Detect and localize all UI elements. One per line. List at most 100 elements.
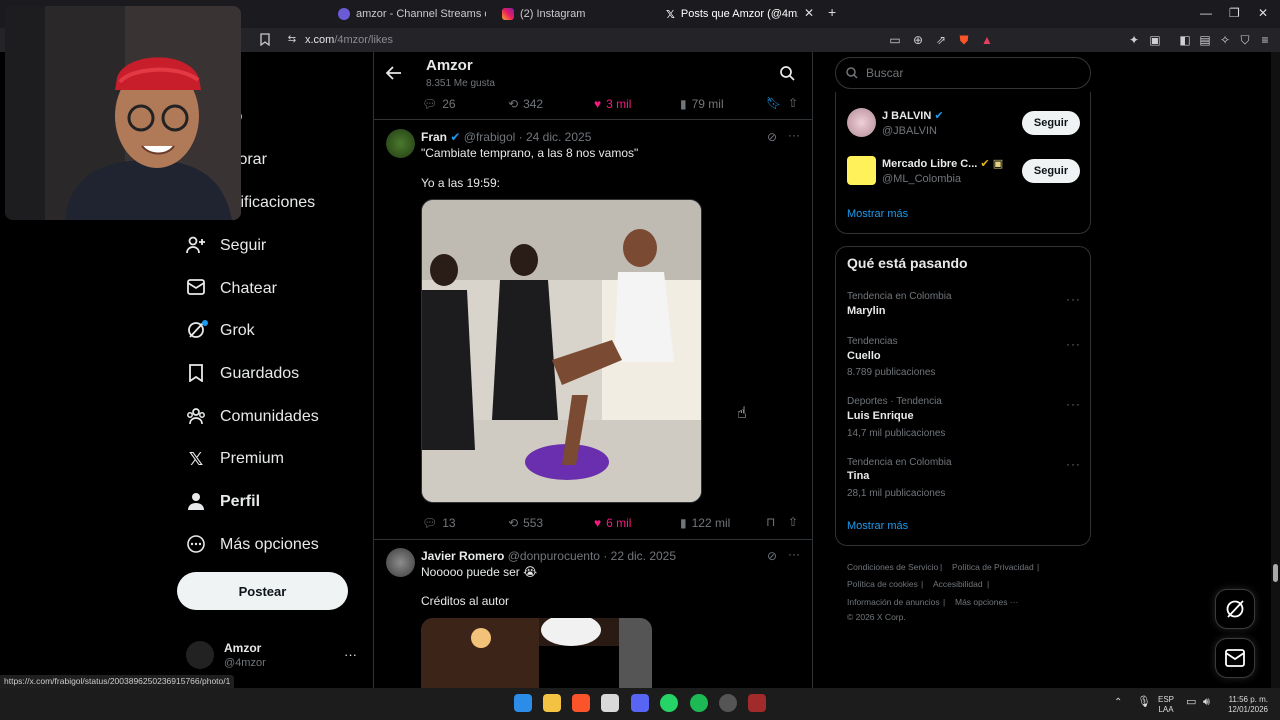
suggestion-name[interactable]: J BALVIN ✔: [882, 109, 944, 122]
post-date[interactable]: · 22 dic. 2025: [603, 549, 676, 563]
grok-explain-icon[interactable]: ⊘: [767, 549, 777, 563]
share-icon[interactable]: ⇗: [934, 33, 948, 47]
nav-item-notifications[interactable]: tificaciones: [236, 194, 315, 212]
brave-browser-icon[interactable]: [572, 694, 590, 712]
store-icon[interactable]: [601, 694, 619, 712]
search-input[interactable]: Buscar: [835, 57, 1091, 89]
back-arrow-icon[interactable]: [385, 66, 402, 84]
repost-button[interactable]: ⟲ 342: [508, 97, 543, 111]
post-image[interactable]: [421, 199, 702, 503]
file-explorer-icon[interactable]: [543, 694, 561, 712]
post-avatar[interactable]: [386, 548, 415, 577]
post-author-handle[interactable]: @frabigol: [464, 130, 516, 144]
footer-ads-link[interactable]: Información de anuncios: [847, 597, 940, 607]
browser-tab-kick[interactable]: amzor - Channel Streams on Kick: Vi: [338, 4, 486, 24]
share-button[interactable]: ⇧: [788, 96, 798, 110]
restore-icon[interactable]: ❐: [1229, 6, 1240, 20]
post-avatar[interactable]: [386, 129, 415, 158]
share-button[interactable]: ⇧: [788, 515, 798, 529]
post-image[interactable]: [421, 618, 652, 688]
scrollbar-thumb[interactable]: [1273, 564, 1278, 582]
suggestion-avatar[interactable]: [847, 108, 876, 137]
volume-icon[interactable]: 🔊︎: [1203, 697, 1210, 708]
trend-more-icon[interactable]: ···: [1066, 457, 1081, 471]
bookmark-button[interactable]: ⊓: [766, 515, 775, 529]
follow-button[interactable]: Seguir: [1022, 159, 1080, 183]
minimize-icon[interactable]: —: [1200, 6, 1212, 20]
footer-terms-link[interactable]: Condiciones de Servicio: [847, 562, 938, 572]
footer-cookies-link[interactable]: Política de cookies: [847, 579, 918, 589]
zoom-icon[interactable]: ⊕: [911, 33, 925, 47]
footer-privacy-link[interactable]: Política de Privacidad: [952, 562, 1034, 572]
app-icon[interactable]: [748, 694, 766, 712]
messages-fab-button[interactable]: [1215, 638, 1255, 678]
reply-button[interactable]: 💬︎ 13: [422, 516, 456, 530]
nav-item-bookmarks[interactable]: Guardados: [186, 364, 299, 384]
url-field[interactable]: x.com/4mzor/likes: [305, 34, 393, 46]
network-icon[interactable]: ▭: [1186, 697, 1196, 708]
nav-item-communities[interactable]: Comunidades: [186, 407, 319, 427]
spotify-icon[interactable]: [690, 694, 708, 712]
nav-item-grok[interactable]: Grok: [186, 320, 255, 341]
repost-button[interactable]: ⟲ 553: [508, 516, 543, 530]
clock[interactable]: 11:56 p. m. 12/01/2026: [1224, 695, 1268, 715]
wallet-icon[interactable]: ▤: [1198, 33, 1212, 47]
trend-more-icon[interactable]: ···: [1066, 292, 1081, 306]
avatar[interactable]: [186, 641, 214, 669]
trend-name[interactable]: Tina: [847, 470, 869, 482]
nav-item-more[interactable]: Más opciones: [186, 535, 319, 555]
post-button[interactable]: Postear: [177, 572, 348, 610]
show-more-link[interactable]: Mostrar más: [847, 208, 908, 220]
like-button[interactable]: ♥ 3 mil: [594, 97, 631, 111]
post-more-icon[interactable]: ···: [788, 128, 800, 142]
suggestion-avatar[interactable]: [847, 156, 876, 185]
new-tab-icon[interactable]: +: [828, 4, 836, 20]
follow-button[interactable]: Seguir: [1022, 111, 1080, 135]
bookmark-page-icon[interactable]: [258, 33, 272, 47]
nav-item-chat[interactable]: Chatear: [186, 279, 277, 299]
language-indicator[interactable]: ESP LAA: [1158, 695, 1174, 715]
discord-icon[interactable]: [631, 694, 649, 712]
brave-rewards-icon[interactable]: ▲: [980, 33, 994, 47]
microphone-icon[interactable]: 🎙︎: [1137, 697, 1151, 708]
trend-more-icon[interactable]: ···: [1066, 397, 1081, 411]
footer-more-link[interactable]: Más opciones ···: [955, 597, 1018, 607]
brave-shields-icon[interactable]: ⛊: [957, 33, 971, 47]
vpn-icon[interactable]: ⛉: [1238, 33, 1252, 47]
trend-name[interactable]: Cuello: [847, 350, 881, 362]
page-scrollbar[interactable]: [1271, 52, 1280, 688]
whatsapp-icon[interactable]: [660, 694, 678, 712]
footer-accessibility-link[interactable]: Accesibilidad: [933, 579, 983, 589]
menu-icon[interactable]: ≡: [1258, 33, 1272, 47]
grok-explain-icon[interactable]: ⊘: [767, 130, 777, 144]
cast-icon[interactable]: ▭: [888, 33, 902, 47]
post-more-icon[interactable]: ···: [788, 547, 800, 561]
browser-tab-x-active[interactable]: 𝕏 Posts que Amzor (@4mzor) ha m: [666, 4, 798, 24]
trend-more-icon[interactable]: ···: [1066, 337, 1081, 351]
search-icon[interactable]: [780, 66, 795, 86]
leo-ai-icon[interactable]: ✧: [1218, 33, 1232, 47]
grok-fab-button[interactable]: [1215, 589, 1255, 629]
extensions-icon[interactable]: ✦: [1127, 33, 1141, 47]
trend-name[interactable]: Luis Enrique: [847, 410, 914, 422]
suggestion-name[interactable]: Mercado Libre C... ✔ ▣: [882, 157, 1003, 170]
post-author-handle[interactable]: @donpurocuento: [508, 549, 600, 563]
bookmark-button[interactable]: 🔖︎: [766, 96, 781, 110]
post-date[interactable]: · 24 dic. 2025: [519, 130, 592, 144]
sidebar-icon[interactable]: ◧: [1178, 33, 1192, 47]
steam-icon[interactable]: [719, 694, 737, 712]
tray-expand-icon[interactable]: ⌃: [1114, 698, 1122, 708]
reader-icon[interactable]: ▣: [1148, 33, 1162, 47]
site-settings-icon[interactable]: ⇆: [285, 33, 299, 47]
browser-tab-instagram[interactable]: (2) Instagram: [502, 4, 642, 24]
post-author-name[interactable]: Fran: [421, 130, 447, 144]
reply-button[interactable]: 💬︎ 26: [422, 97, 456, 111]
views-button[interactable]: ▮ 122 mil: [680, 516, 730, 530]
show-more-link[interactable]: Mostrar más: [847, 520, 908, 532]
views-button[interactable]: ▮ 79 mil: [680, 97, 724, 111]
post-author-name[interactable]: Javier Romero: [421, 549, 504, 563]
window-close-icon[interactable]: ✕: [1258, 6, 1268, 20]
close-tab-icon[interactable]: ✕: [804, 6, 814, 20]
start-icon[interactable]: [514, 694, 532, 712]
nav-item-premium[interactable]: 𝕏 Premium: [186, 449, 284, 469]
